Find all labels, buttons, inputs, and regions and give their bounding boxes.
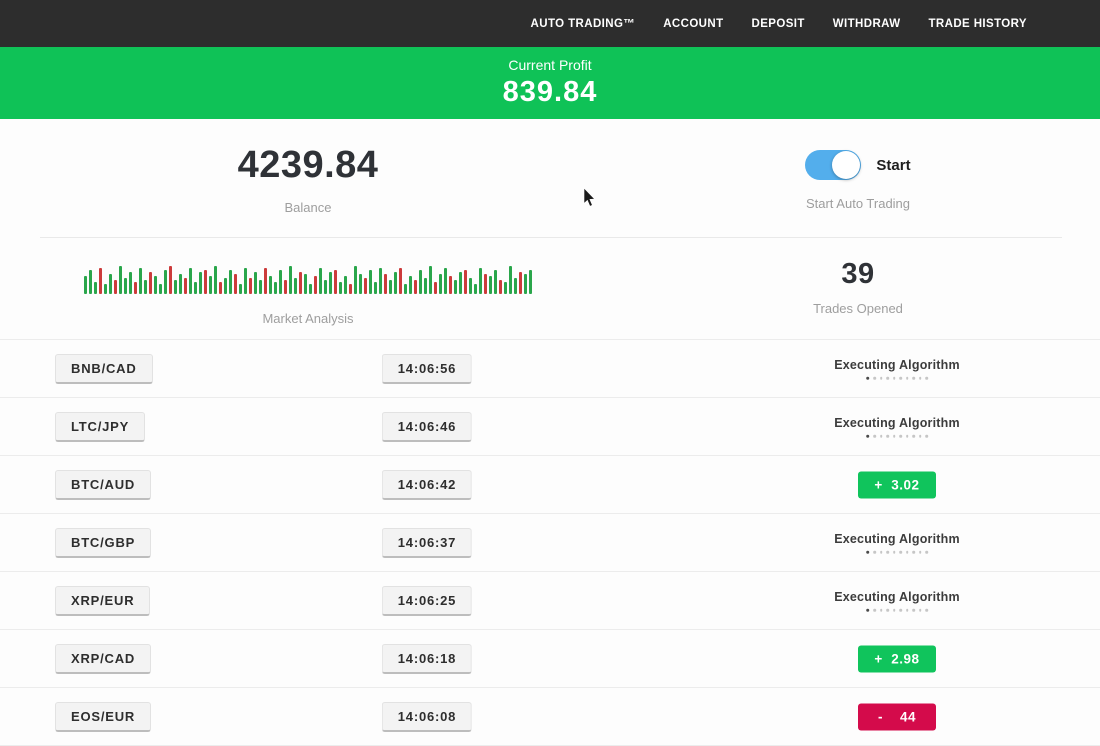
trade-row: BTC/GBP 14:06:37 Executing Algorithm bbox=[0, 514, 1100, 572]
nav-item-account[interactable]: ACCOUNT bbox=[663, 18, 723, 30]
profit-badge: + 3.02 bbox=[858, 471, 936, 498]
pair-badge: BTC/GBP bbox=[55, 528, 151, 558]
trade-row: BNB/CAD 14:06:56 Executing Algorithm bbox=[0, 339, 1100, 398]
time-badge: 14:06:18 bbox=[382, 644, 472, 674]
pair-badge: EOS/EUR bbox=[55, 702, 151, 732]
time-badge: 14:06:42 bbox=[382, 470, 472, 500]
executing-label: Executing Algorithm bbox=[834, 531, 960, 545]
current-profit-label: Current Profit bbox=[0, 47, 1100, 73]
trade-status: Executing Algorithm bbox=[834, 415, 960, 438]
nav-item-trade-history[interactable]: TRADE HISTORY bbox=[929, 18, 1028, 30]
balance-section: 4239.84 Balance Start Start Auto Trading bbox=[0, 119, 1100, 237]
top-nav: AUTO TRADING™ ACCOUNT DEPOSIT WITHDRAW T… bbox=[0, 0, 1100, 47]
toggle-label: Start bbox=[876, 157, 910, 174]
trade-status: Executing Algorithm bbox=[834, 531, 960, 554]
trade-status: Executing Algorithm bbox=[834, 357, 960, 380]
balance-value: 4239.84 bbox=[0, 146, 616, 184]
executing-label: Executing Algorithm bbox=[834, 357, 960, 371]
balance-label: Balance bbox=[0, 200, 616, 215]
trade-status: + 3.02 bbox=[858, 471, 936, 498]
executing-label: Executing Algorithm bbox=[834, 589, 960, 603]
trade-status: - 44 bbox=[858, 703, 936, 730]
profit-badge: + 2.98 bbox=[858, 645, 936, 672]
trade-row: BTC/AUD 14:06:42 + 3.02 bbox=[0, 456, 1100, 514]
trade-row: XRP/CAD 14:06:18 + 2.98 bbox=[0, 630, 1100, 688]
time-badge: 14:06:46 bbox=[382, 412, 472, 442]
progress-dots bbox=[834, 550, 960, 554]
trades-list: BNB/CAD 14:06:56 Executing Algorithm LTC… bbox=[0, 339, 1100, 746]
trade-row: EOS/EUR 14:06:08 - 44 bbox=[0, 688, 1100, 746]
market-analysis-chart bbox=[84, 260, 532, 294]
time-badge: 14:06:56 bbox=[382, 354, 472, 384]
toggle-knob bbox=[832, 151, 860, 179]
nav-item-withdraw[interactable]: WITHDRAW bbox=[833, 18, 901, 30]
time-badge: 14:06:25 bbox=[382, 586, 472, 616]
toggle-sub-label: Start Auto Trading bbox=[616, 196, 1100, 211]
trade-status: Executing Algorithm bbox=[834, 589, 960, 612]
pair-badge: BTC/AUD bbox=[55, 470, 151, 500]
nav-item-deposit[interactable]: DEPOSIT bbox=[752, 18, 805, 30]
time-badge: 14:06:08 bbox=[382, 702, 472, 732]
progress-dots bbox=[834, 608, 960, 612]
trade-row: XRP/EUR 14:06:25 Executing Algorithm bbox=[0, 572, 1100, 630]
pair-badge: XRP/CAD bbox=[55, 644, 151, 674]
market-section: Market Analysis 39 Trades Opened bbox=[0, 238, 1100, 339]
nav-item-auto-trading[interactable]: AUTO TRADING™ bbox=[531, 18, 636, 30]
time-badge: 14:06:37 bbox=[382, 528, 472, 558]
trade-row: LTC/JPY 14:06:46 Executing Algorithm bbox=[0, 398, 1100, 456]
loss-badge: - 44 bbox=[858, 703, 936, 730]
current-profit-banner: Current Profit 839.84 bbox=[0, 47, 1100, 119]
market-analysis-label: Market Analysis bbox=[0, 311, 616, 326]
current-profit-value: 839.84 bbox=[0, 76, 1100, 109]
auto-trading-toggle[interactable] bbox=[805, 150, 861, 180]
progress-dots bbox=[834, 376, 960, 380]
pair-badge: LTC/JPY bbox=[55, 412, 145, 442]
progress-dots bbox=[834, 434, 960, 438]
trades-opened-label: Trades Opened bbox=[616, 301, 1100, 316]
trades-opened-value: 39 bbox=[616, 260, 1100, 289]
pair-badge: XRP/EUR bbox=[55, 586, 150, 616]
executing-label: Executing Algorithm bbox=[834, 415, 960, 429]
pair-badge: BNB/CAD bbox=[55, 354, 153, 384]
trade-status: + 2.98 bbox=[858, 645, 936, 672]
